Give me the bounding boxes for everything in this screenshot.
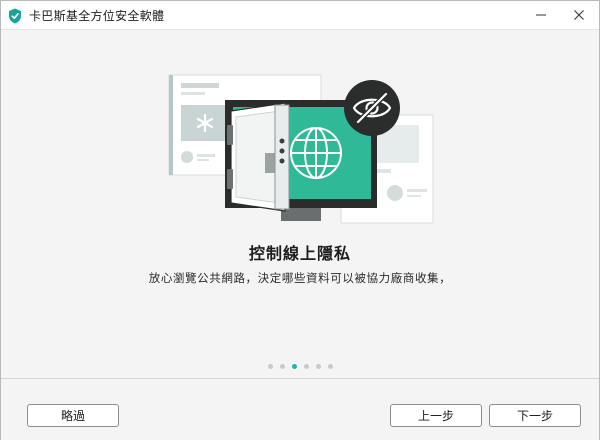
page-description: 放心瀏覽公共網路，決定哪些資料可以被協力廠商收集，	[148, 271, 452, 285]
title-bar: 卡巴斯基全方位安全軟體	[1, 1, 599, 30]
pagination-dot[interactable]	[267, 364, 273, 369]
close-icon	[574, 10, 584, 20]
pagination-dot[interactable]	[315, 364, 321, 369]
minimize-icon	[536, 14, 546, 16]
close-button[interactable]	[559, 1, 599, 29]
setup-window: 卡巴斯基全方位安全軟體 控制線上隱私 放心瀏覽公共網路，決定哪些資料可以被協力廠…	[0, 0, 600, 440]
globe-icon	[290, 127, 342, 179]
window-title: 卡巴斯基全方位安全軟體	[29, 9, 165, 23]
page-title: 控制線上隱私	[248, 244, 351, 263]
footer-bar: 略過 上一步 下一步	[1, 378, 599, 440]
kaspersky-shield-icon	[9, 8, 21, 24]
vault-door	[227, 102, 290, 212]
pagination-dot-active[interactable]	[291, 364, 297, 369]
previous-button[interactable]: 上一步	[390, 404, 482, 427]
pagination-dot[interactable]	[279, 364, 285, 369]
eye-slash-icon	[344, 80, 400, 136]
privacy-illustration	[168, 74, 434, 224]
pagination-dots	[1, 364, 599, 372]
minimize-button[interactable]	[521, 1, 561, 29]
next-button[interactable]: 下一步	[489, 404, 581, 427]
skip-button[interactable]: 略過	[27, 404, 119, 427]
pagination-dot[interactable]	[303, 364, 309, 369]
pagination-dot[interactable]	[327, 364, 333, 369]
onboarding-content: 控制線上隱私 放心瀏覽公共網路，決定哪些資料可以被協力廠商收集，	[1, 30, 599, 377]
